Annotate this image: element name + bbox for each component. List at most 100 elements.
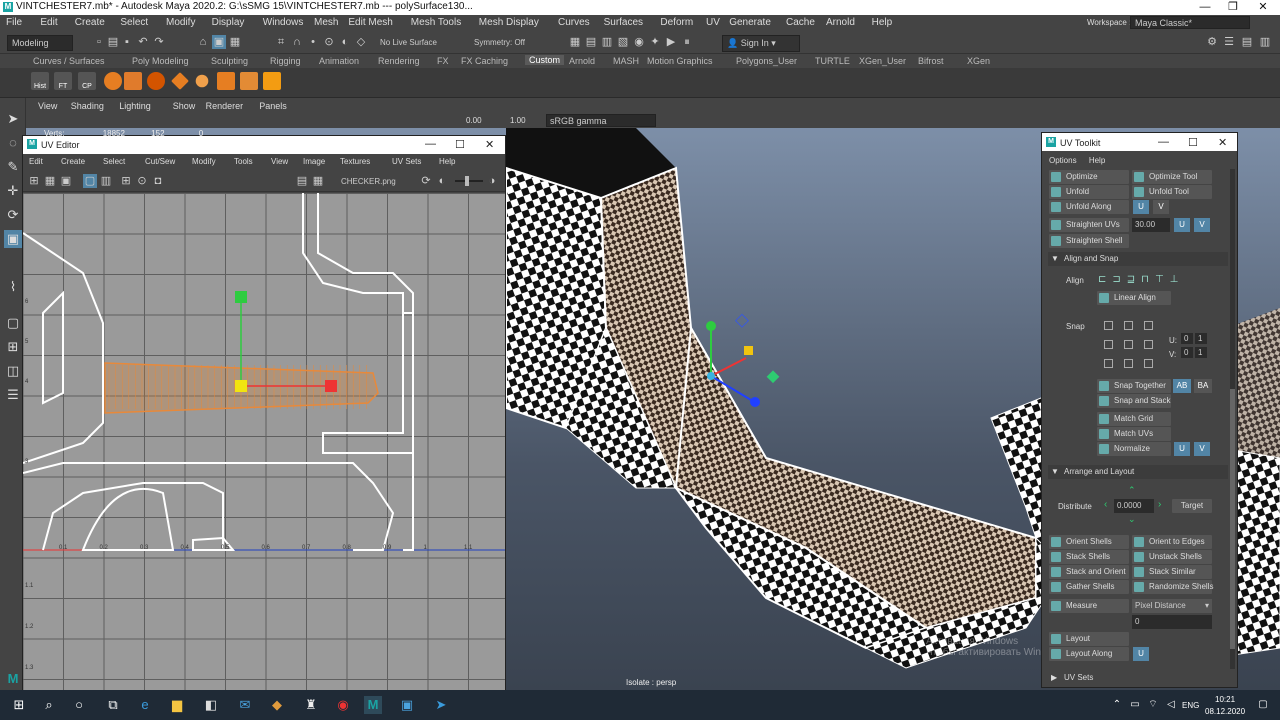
menu-cache[interactable]: Cache — [786, 17, 815, 28]
viewport-menu-show[interactable]: Show — [173, 101, 196, 111]
layout-two-icon[interactable]: ◫ — [4, 362, 22, 380]
cortana-icon[interactable]: ○ — [70, 696, 88, 714]
center-pivot-shelf-icon[interactable]: CP — [78, 72, 96, 90]
snap-tl[interactable] — [1104, 321, 1113, 330]
chrome-icon[interactable]: ◉ — [334, 696, 352, 714]
uv-borders-icon[interactable]: ▣ — [59, 174, 73, 188]
menu-mesh-tools[interactable]: Mesh Tools — [411, 17, 461, 28]
optimize-tool-button[interactable]: Optimize Tool — [1132, 170, 1212, 184]
task-view-icon[interactable]: ⧉ — [104, 696, 122, 714]
settings-icon[interactable]: ⚙ — [1205, 35, 1219, 49]
help-menu[interactable]: Help — [1089, 156, 1105, 165]
shelf-tab-animation[interactable]: Animation — [319, 56, 359, 66]
distribute-right-icon[interactable]: › — [1158, 499, 1161, 510]
measure-mode-dropdown[interactable]: Pixel Distance ▾ — [1132, 599, 1212, 613]
uv-menu-select[interactable]: Select — [103, 157, 125, 166]
store-icon[interactable]: ◧ — [202, 696, 220, 714]
normalize-v-toggle[interactable]: V — [1194, 442, 1210, 456]
snap-and-stack-button[interactable]: Snap and Stack — [1097, 394, 1171, 408]
grid-toggle-icon[interactable]: ⊞ — [27, 174, 41, 188]
render-settings-icon[interactable]: ▧ — [616, 35, 630, 49]
select-object-icon[interactable]: ▣ — [212, 35, 226, 49]
shelf-tab-xgen[interactable]: XGen — [967, 56, 990, 66]
snap-tr[interactable] — [1144, 321, 1153, 330]
save-scene-icon[interactable]: ▪ — [120, 35, 134, 49]
target-button[interactable]: Target — [1172, 499, 1212, 513]
snap-together-button[interactable]: Snap Together — [1097, 379, 1171, 393]
maximize-button[interactable]: ☐ — [455, 138, 465, 151]
snap-tc[interactable] — [1124, 321, 1133, 330]
exposure-slider[interactable] — [455, 180, 483, 182]
live-surface-label[interactable]: No Live Surface — [380, 38, 437, 47]
attribute-editor-icon[interactable]: ▤ — [1240, 35, 1254, 49]
match-grid-button[interactable]: Match Grid — [1097, 412, 1171, 426]
straighten-uvs-button[interactable]: Straighten UVs — [1049, 218, 1129, 232]
channel-box-icon[interactable]: ☰ — [1222, 35, 1236, 49]
select-component-icon[interactable]: ▦ — [228, 35, 242, 49]
image-filter-icon[interactable]: ⊙ — [135, 174, 149, 188]
pause-icon[interactable]: ⏸ — [680, 35, 694, 49]
snap-u-zero[interactable]: 0 — [1181, 333, 1193, 344]
texture-display-icon[interactable]: ▢ — [83, 174, 97, 188]
exposure-value[interactable]: 0.00 — [466, 116, 482, 125]
snap-grid-icon[interactable]: ⌗ — [274, 35, 288, 49]
uv-grid-canvas[interactable]: 0.1 0.2 0.3 0.4 0.5 0.6 0.7 0.8 0.9 1 1.1 6 5 4 3 1.1 1… — [23, 193, 505, 692]
snap-grid[interactable] — [1104, 321, 1168, 371]
rotate-tool-icon[interactable]: ⟳ — [4, 206, 22, 224]
menu-mesh[interactable]: Mesh — [314, 17, 338, 28]
network-icon[interactable]: ▭ — [1126, 696, 1144, 714]
orient-to-edges-button[interactable]: Orient to Edges — [1132, 535, 1212, 549]
snap-surface-icon[interactable]: ◐ — [338, 35, 352, 49]
gamma-value[interactable]: 1.00 — [510, 116, 526, 125]
new-scene-icon[interactable]: ▫ — [92, 35, 106, 49]
workspace-selector[interactable]: Workspace : Maya Classic* — [1000, 16, 1280, 30]
viewport-menu-lighting[interactable]: Lighting — [119, 101, 151, 111]
match-uvs-button[interactable]: Match UVs — [1097, 427, 1171, 441]
ipr-render-icon[interactable]: ▥ — [600, 35, 614, 49]
unfold-tool-button[interactable]: Unfold Tool — [1132, 185, 1212, 199]
snap-ab-toggle[interactable]: AB — [1173, 379, 1191, 393]
uv-sets-section[interactable]: ▶ UV Sets — [1048, 671, 1228, 685]
maximize-button[interactable]: ❐ — [1218, 0, 1248, 15]
shelf-tab-poly-modeling[interactable]: Poly Modeling — [132, 56, 189, 66]
randomize-shells-button[interactable]: Randomize Shells — [1132, 580, 1213, 594]
uv-menu-help[interactable]: Help — [439, 157, 455, 166]
uv-menu-tools[interactable]: Tools — [234, 157, 253, 166]
menu-help[interactable]: Help — [872, 17, 893, 28]
snap-v-one[interactable]: 1 — [1195, 347, 1207, 358]
scrollbar-thumb[interactable] — [1230, 389, 1235, 649]
snap-br[interactable] — [1144, 359, 1153, 368]
tool-settings-icon[interactable]: ▥ — [1258, 35, 1272, 49]
outliner-layout-icon[interactable]: ☰ — [4, 386, 22, 404]
menu-modify[interactable]: Modify — [166, 17, 195, 28]
move-tool-icon[interactable]: ✛ — [4, 182, 22, 200]
combine-shelf-icon[interactable] — [240, 72, 258, 90]
shelf-tab-rigging[interactable]: Rigging — [270, 56, 301, 66]
soft-select-icon[interactable]: ⌇ — [4, 278, 22, 296]
menu-select[interactable]: Select — [120, 17, 148, 28]
shelf-tab-fx[interactable]: FX — [437, 56, 449, 66]
menu-create[interactable]: Create — [75, 17, 105, 28]
hypershade-icon[interactable]: ◉ — [632, 35, 646, 49]
menu-curves[interactable]: Curves — [558, 17, 590, 28]
shelf-tab-motion-graphics[interactable]: Motion Graphics — [647, 56, 713, 66]
snap-point-icon[interactable]: • — [306, 35, 320, 49]
workspace-dropdown[interactable]: Maya Classic* — [1130, 16, 1250, 29]
snap-bl[interactable] — [1104, 359, 1113, 368]
checker-pattern-icon[interactable]: ▦ — [311, 174, 325, 188]
orient-shells-button[interactable]: Orient Shells — [1049, 535, 1129, 549]
shelf-tab-rendering[interactable]: Rendering — [378, 56, 420, 66]
align-icons[interactable]: ⊏⊐⊒⊓⊤⊥ — [1098, 274, 1218, 286]
open-scene-icon[interactable]: ▤ — [106, 35, 120, 49]
stack-and-orient-button[interactable]: Stack and Orient — [1049, 565, 1129, 579]
shelf-tab-bifrost[interactable]: Bifrost — [918, 56, 944, 66]
image-icon[interactable]: ▤ — [295, 174, 309, 188]
viewport-menu-renderer[interactable]: Renderer — [206, 101, 244, 111]
maximize-button[interactable]: ☐ — [1188, 136, 1198, 149]
history-shelf-icon[interactable]: Hist — [31, 72, 49, 90]
shelf-tab-sculpting[interactable]: Sculpting — [211, 56, 248, 66]
measure-button[interactable]: Measure — [1049, 599, 1129, 613]
cube-shelf-icon[interactable] — [124, 72, 142, 90]
uv-toolkit-scrollbar[interactable] — [1230, 169, 1235, 669]
lasso-tool-icon[interactable]: ◌ — [4, 134, 22, 152]
